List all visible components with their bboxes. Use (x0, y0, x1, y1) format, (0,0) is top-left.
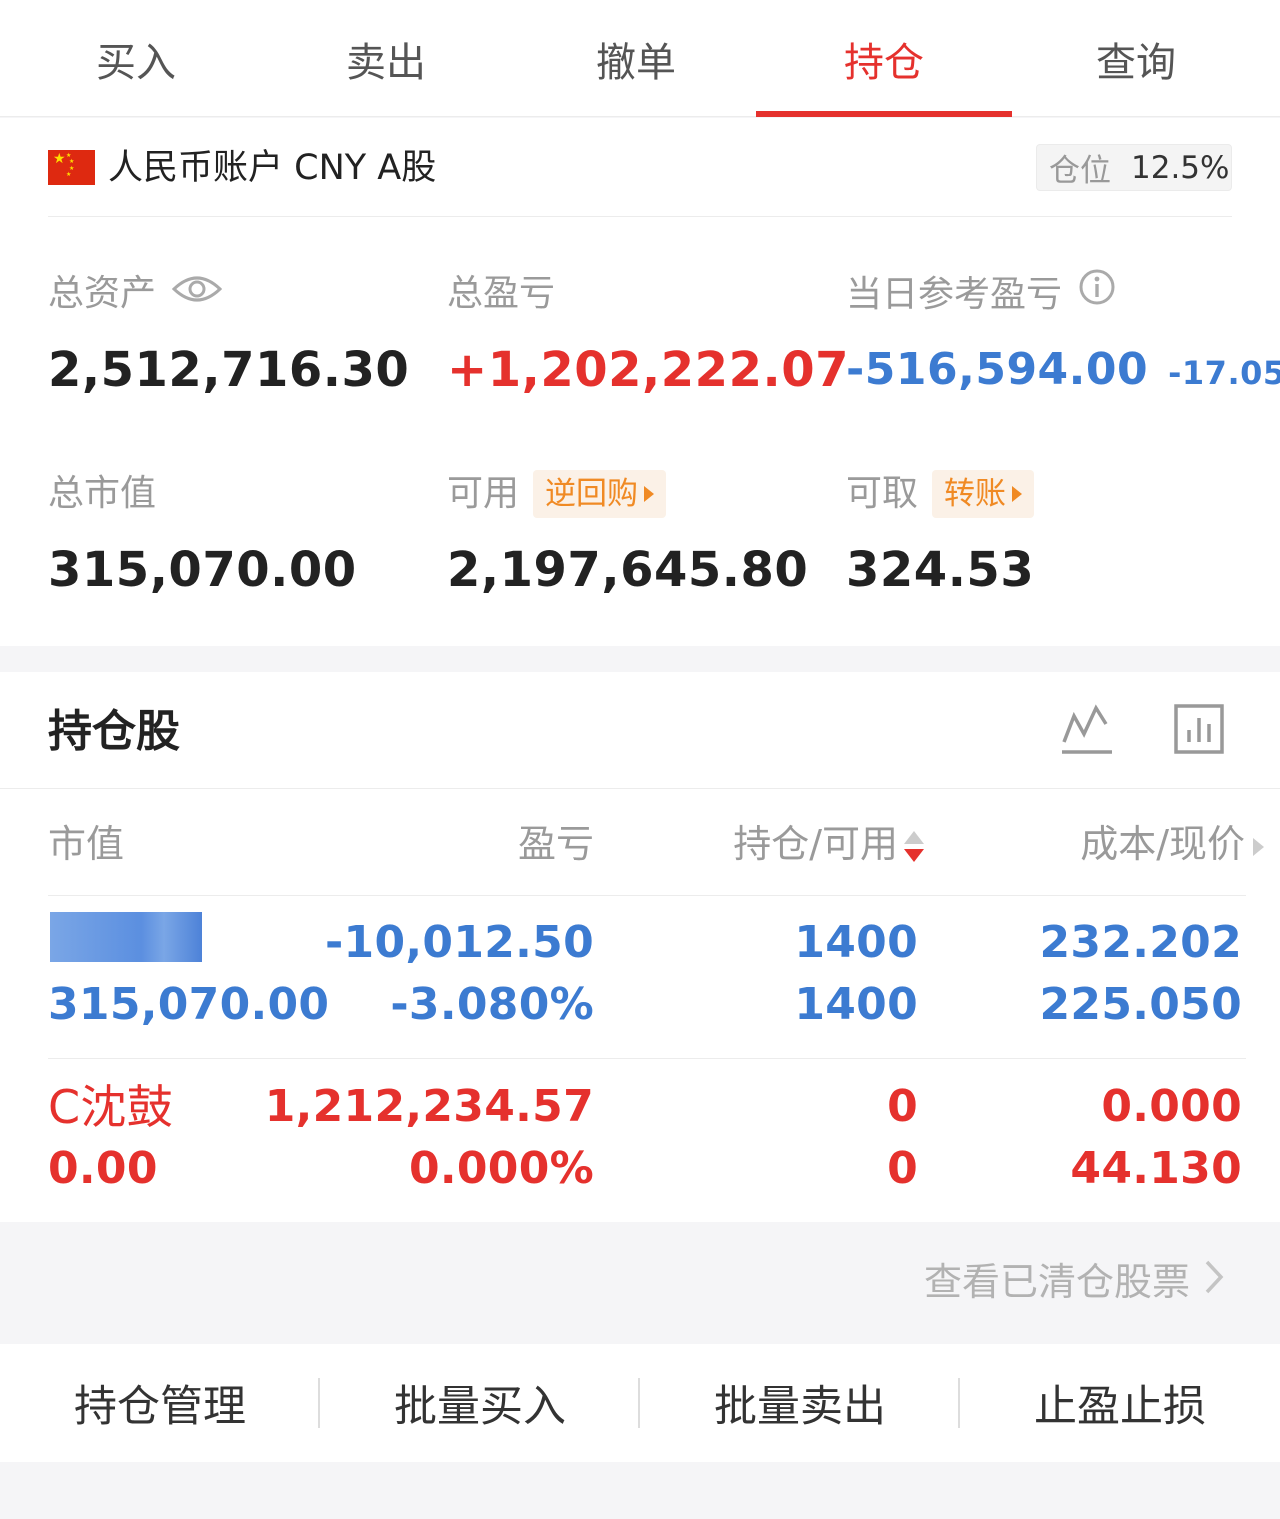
holdings-section: 持仓股 市值 盈亏 持仓/可用 成本/现价 315,070.00 -10,012… (0, 672, 1280, 1222)
row-available: 0 (887, 1143, 918, 1194)
divider (48, 1058, 1246, 1059)
sort-icon (904, 827, 924, 867)
row-pnl: 1,212,234.57 (264, 1081, 594, 1132)
row-market-value: 315,070.00 (48, 979, 330, 1030)
withdrawable-label: 可取 (846, 473, 919, 514)
tab-buy[interactable]: 买入 (8, 0, 264, 117)
withdrawable-value: 324.53 (846, 542, 1035, 598)
holding-row[interactable]: 315,070.00 -10,012.50 -3.080% 1400 1400 … (0, 896, 1280, 1058)
col-position-available[interactable]: 持仓/可用 (733, 818, 924, 870)
transfer-button[interactable]: 转账 (932, 470, 1035, 518)
available-value: 2,197,645.80 (447, 542, 809, 598)
row-market-value: 0.00 (48, 1143, 158, 1194)
total-assets-value: 2,512,716.30 (48, 342, 410, 398)
position-label: 仓位 (1049, 153, 1111, 189)
tab-holdings[interactable]: 持仓 (756, 0, 1012, 117)
row-pnl-pct: -3.080% (390, 979, 594, 1030)
chevron-right-icon (1204, 1256, 1224, 1308)
caret-right-icon (1012, 486, 1023, 502)
tab-sell[interactable]: 卖出 (258, 0, 514, 117)
col-position-label: 持仓/可用 (733, 822, 898, 866)
view-cleared-stocks-link[interactable]: 查看已清仓股票 (924, 1256, 1224, 1308)
holdings-title: 持仓股 (48, 706, 180, 757)
row-cost: 0.000 (1101, 1081, 1242, 1132)
tab-cancel-order[interactable]: 撤单 (508, 0, 764, 117)
transfer-label: 转账 (944, 476, 1007, 512)
row-cost: 232.202 (1039, 917, 1242, 968)
row-stock-name: C沈鼓 (48, 1080, 174, 1134)
col-cost-price[interactable]: 成本/现价 (1080, 818, 1264, 870)
col-pnl[interactable]: 盈亏 (518, 818, 594, 870)
holding-management-button[interactable]: 持仓管理 (0, 1344, 320, 1462)
daily-pnl-pct: -17.05% (1168, 354, 1280, 392)
position-ratio-badge: 仓位 12.5% (1036, 144, 1232, 191)
cleared-stocks-section: 查看已清仓股票 (0, 1222, 1280, 1344)
row-available: 1400 (794, 979, 918, 1030)
account-name: 人民币账户 CNY A股 (108, 148, 437, 188)
market-value-value: 315,070.00 (48, 542, 357, 598)
holdings-header: 持仓股 (0, 672, 1280, 789)
row-position: 0 (887, 1081, 918, 1132)
row-price: 44.130 (1070, 1143, 1242, 1194)
caret-right-icon (644, 486, 655, 502)
eye-icon[interactable] (171, 268, 223, 320)
trend-chart-icon[interactable] (1060, 702, 1114, 760)
take-profit-stop-loss-button[interactable]: 止盈止损 (960, 1344, 1280, 1462)
position-value: 12.5% (1131, 149, 1230, 186)
col-market-value[interactable]: 市值 (48, 818, 124, 870)
info-icon[interactable] (1078, 268, 1116, 321)
batch-sell-button[interactable]: 批量卖出 (640, 1344, 960, 1462)
batch-buy-button[interactable]: 批量买入 (320, 1344, 640, 1462)
daily-pnl-label: 当日参考盈亏 (846, 273, 1063, 315)
cleared-link-label: 查看已清仓股票 (923, 1260, 1190, 1304)
tab-query[interactable]: 查询 (1008, 0, 1264, 117)
caret-right-icon (1253, 837, 1264, 856)
masked-stock-name (50, 912, 202, 962)
col-cost-price-label: 成本/现价 (1080, 822, 1245, 866)
row-price: 225.050 (1039, 979, 1242, 1030)
holding-row[interactable]: C沈鼓 0.00 1,212,234.57 0.000% 0 0 0.000 4… (0, 1060, 1280, 1222)
account-header: ★ ★ ★ ★ ★ 人民币账户 CNY A股 仓位 12.5% (48, 118, 1232, 217)
account-overview: ★ ★ ★ ★ ★ 人民币账户 CNY A股 仓位 12.5% 总资产 2,51… (0, 118, 1280, 646)
bar-chart-icon[interactable] (1172, 702, 1226, 760)
bottom-action-bar: 持仓管理 批量买入 批量卖出 止盈止损 (0, 1344, 1280, 1462)
top-tab-bar: 买入 卖出 撤单 持仓 查询 (0, 0, 1280, 117)
total-pnl-value: +1,202,222.07 (447, 342, 850, 398)
available-label: 可用 (447, 473, 520, 514)
reverse-repo-button[interactable]: 逆回购 (533, 470, 667, 518)
row-pnl: -10,012.50 (325, 917, 594, 968)
active-tab-indicator (756, 111, 1012, 117)
row-position: 1400 (794, 917, 918, 968)
daily-pnl-value: -516,594.00 (846, 344, 1149, 395)
china-flag-icon: ★ ★ ★ ★ ★ (48, 150, 95, 185)
market-value-label: 总市值 (48, 473, 157, 514)
total-assets-label: 总资产 (48, 273, 157, 314)
row-pnl-pct: 0.000% (408, 1143, 594, 1194)
total-pnl-label: 总盈亏 (447, 273, 556, 314)
reverse-repo-label: 逆回购 (545, 476, 639, 512)
